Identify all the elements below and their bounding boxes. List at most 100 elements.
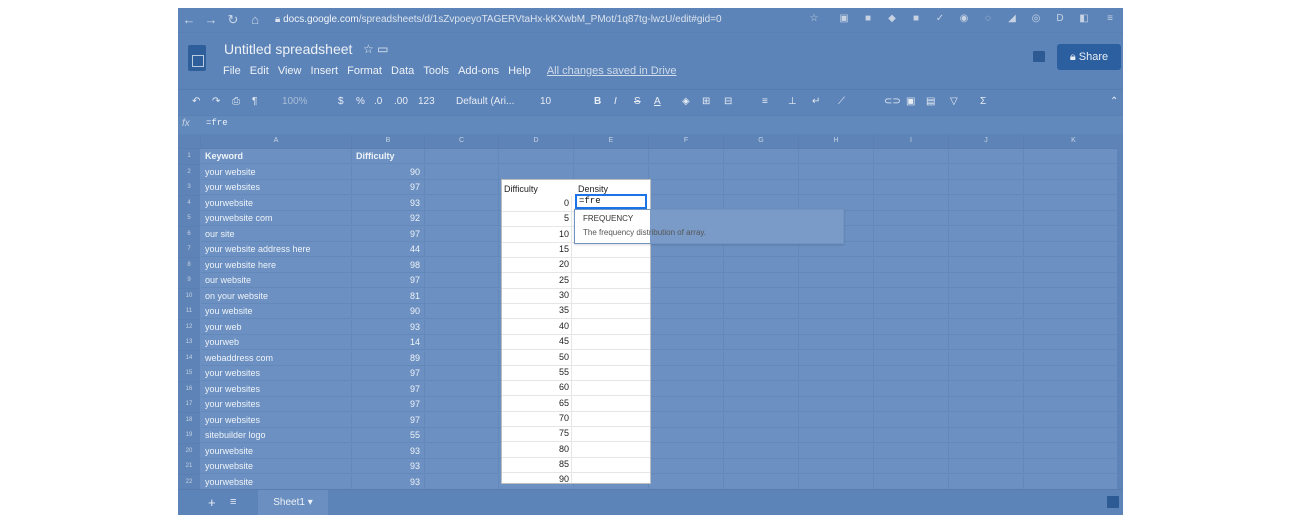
align-vertical-icon[interactable]: ⊥	[788, 96, 797, 107]
paint-format-icon[interactable]: ¶	[252, 96, 257, 107]
empty-cell[interactable]	[874, 428, 949, 443]
empty-cell[interactable]	[649, 459, 724, 474]
menu-help[interactable]: Help	[508, 65, 531, 77]
empty-cell[interactable]	[1024, 397, 1123, 412]
column-header-c[interactable]: C	[425, 134, 499, 149]
empty-cell[interactable]	[425, 164, 499, 180]
empty-cell[interactable]	[799, 459, 874, 474]
empty-cell[interactable]	[949, 350, 1024, 366]
print-icon[interactable]: ⎙	[232, 96, 240, 107]
all-sheets-button[interactable]: ≡	[230, 496, 236, 508]
empty-cell[interactable]	[425, 257, 499, 273]
row-header[interactable]: 4	[178, 195, 200, 212]
empty-cell[interactable]	[1024, 288, 1123, 304]
menu-insert[interactable]: Insert	[311, 65, 339, 77]
menu-data[interactable]: Data	[391, 65, 414, 77]
empty-cell[interactable]	[799, 149, 874, 164]
row-header[interactable]: 11	[178, 304, 200, 320]
empty-cell[interactable]	[1024, 226, 1123, 242]
empty-cell[interactable]	[874, 288, 949, 304]
menu-edit[interactable]: Edit	[250, 65, 269, 77]
redo-icon[interactable]: ↷	[212, 96, 220, 107]
column-header-b[interactable]: B	[352, 134, 425, 149]
empty-cell[interactable]	[724, 474, 799, 489]
bin-value[interactable]: 60	[502, 380, 572, 396]
cell-keyword[interactable]: our website	[201, 273, 352, 288]
cell-difficulty[interactable]: 44	[352, 242, 425, 257]
empty-cell[interactable]	[949, 366, 1024, 381]
cell-difficulty[interactable]: 93	[352, 474, 425, 489]
empty-cell[interactable]	[425, 226, 499, 242]
empty-cell[interactable]	[724, 180, 799, 195]
decrease-decimal-button[interactable]: .0	[374, 96, 382, 107]
empty-cell[interactable]	[724, 257, 799, 273]
empty-cell[interactable]	[724, 350, 799, 366]
empty-cell[interactable]	[1024, 459, 1123, 474]
extension-icon[interactable]: ◢	[1006, 13, 1018, 25]
extension-icon[interactable]: ◎	[1030, 13, 1042, 25]
empty-cell[interactable]	[949, 397, 1024, 412]
empty-cell[interactable]	[724, 304, 799, 319]
folder-icon[interactable]: ▭	[377, 42, 388, 56]
empty-cell[interactable]	[649, 180, 724, 195]
bin-value[interactable]: 85	[502, 456, 572, 472]
cell-difficulty[interactable]: 81	[352, 288, 425, 304]
empty-cell[interactable]	[425, 242, 499, 257]
font-select[interactable]: Default (Ari...	[456, 96, 514, 107]
row-header[interactable]: 15	[178, 366, 200, 382]
empty-cell[interactable]	[649, 288, 724, 304]
cell-keyword[interactable]: your websites	[201, 366, 352, 381]
extension-icon[interactable]: ✓	[934, 13, 946, 25]
column-header-d[interactable]: D	[499, 134, 574, 149]
bin-value[interactable]: 5	[502, 211, 572, 227]
menu-file[interactable]: File	[223, 65, 241, 77]
document-title[interactable]: Untitled spreadsheet	[224, 41, 352, 57]
empty-cell[interactable]	[874, 273, 949, 288]
empty-cell[interactable]	[874, 474, 949, 489]
empty-cell[interactable]	[1024, 319, 1123, 335]
row-header[interactable]: 10	[178, 288, 200, 305]
share-button[interactable]: 🔒︎ Share	[1057, 44, 1121, 70]
empty-cell[interactable]	[425, 195, 499, 211]
add-sheet-button[interactable]: +	[208, 495, 216, 510]
empty-cell[interactable]	[1024, 474, 1123, 489]
bin-value[interactable]: 0	[502, 196, 572, 211]
bookmark-star-icon[interactable]: ☆	[808, 13, 820, 25]
bin-value[interactable]: 30	[502, 288, 572, 304]
bin-value[interactable]: 75	[502, 426, 572, 442]
empty-cell[interactable]	[649, 443, 724, 459]
empty-cell[interactable]	[724, 443, 799, 459]
empty-cell[interactable]	[874, 397, 949, 412]
row-header[interactable]: 20	[178, 443, 200, 460]
empty-cell[interactable]	[1024, 304, 1123, 319]
back-arrow-icon[interactable]: ←	[182, 12, 196, 28]
empty-cell[interactable]	[724, 459, 799, 474]
text-rotation-icon[interactable]: ⟋	[838, 96, 845, 107]
empty-cell[interactable]	[425, 149, 499, 164]
cell-difficulty[interactable]: 98	[352, 257, 425, 273]
bin-value[interactable]: 45	[502, 334, 572, 350]
empty-cell[interactable]	[425, 335, 499, 350]
row-header[interactable]: 19	[178, 428, 200, 444]
empty-cell[interactable]	[574, 149, 649, 164]
empty-cell[interactable]	[649, 149, 724, 164]
empty-cell[interactable]	[425, 474, 499, 489]
empty-cell[interactable]	[425, 397, 499, 412]
empty-cell[interactable]	[949, 443, 1024, 459]
empty-cell[interactable]	[649, 242, 724, 257]
cell-difficulty[interactable]: 90	[352, 304, 425, 319]
extension-icon[interactable]: ◌	[982, 13, 994, 25]
column-header-g[interactable]: G	[724, 134, 799, 149]
functions-icon[interactable]: Σ	[980, 96, 986, 107]
empty-cell[interactable]	[799, 288, 874, 304]
address-bar[interactable]: 🔒︎ docs.google.com/spreadsheets/d/1sZvpo…	[275, 11, 795, 29]
empty-cell[interactable]	[724, 335, 799, 350]
column-header-j[interactable]: J	[949, 134, 1024, 149]
cell-difficulty[interactable]: 93	[352, 443, 425, 459]
column-header-h[interactable]: H	[799, 134, 874, 149]
empty-cell[interactable]	[1024, 335, 1123, 350]
cell-keyword[interactable]: our site	[201, 226, 352, 242]
cell-difficulty[interactable]: Difficulty	[352, 149, 425, 164]
empty-cell[interactable]	[425, 412, 499, 428]
bin-value[interactable]: 65	[502, 395, 572, 411]
